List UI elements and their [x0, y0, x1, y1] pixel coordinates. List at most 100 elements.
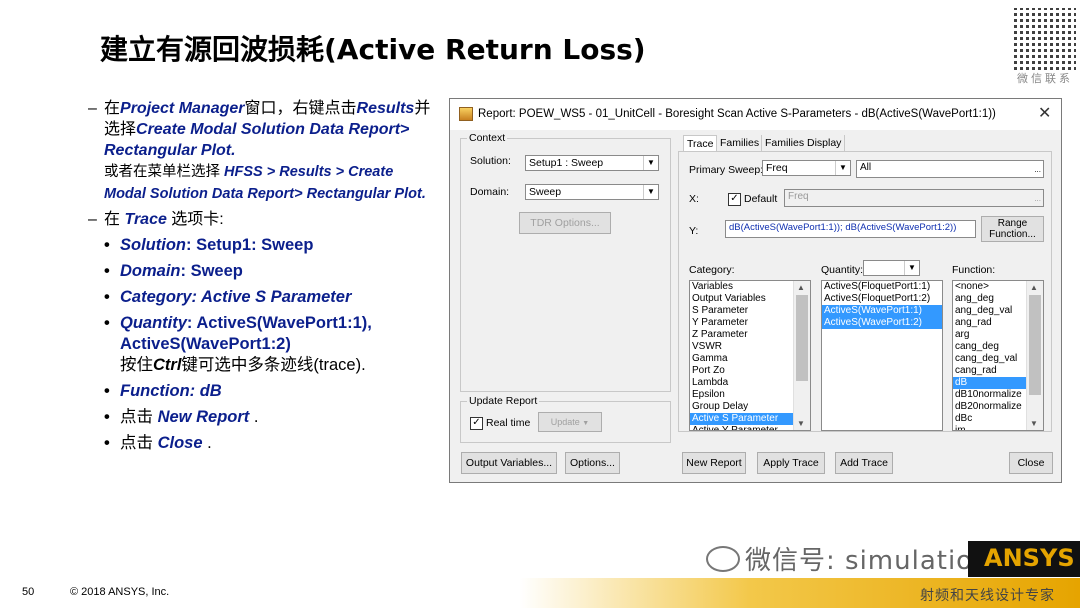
category-item[interactable]: Variables — [690, 281, 810, 293]
add-trace-button[interactable]: Add Trace — [835, 452, 893, 474]
close-icon[interactable]: ✕ — [1038, 103, 1051, 123]
em-text: Project Manager — [120, 100, 245, 117]
y-label: Y: — [689, 225, 699, 237]
scroll-up-icon[interactable]: ▲ — [797, 283, 805, 292]
sub-bullet-category: • Category: Active S Parameter — [88, 287, 438, 308]
y-expression-field[interactable]: dB(ActiveS(WavePort1:1)); dB(ActiveS(Wav… — [725, 220, 976, 238]
copyright: © 2018 ANSYS, Inc. — [70, 586, 170, 598]
new-report-button[interactable]: New Report — [682, 452, 746, 474]
text: . — [202, 434, 212, 452]
em-text: Domain — [120, 262, 181, 280]
scroll-thumb[interactable] — [1029, 295, 1041, 395]
apply-trace-button[interactable]: Apply Trace — [757, 452, 825, 474]
quantity-label: Quantity: — [821, 264, 864, 276]
options-button[interactable]: Options... — [565, 452, 620, 474]
function-scrollbar[interactable]: ▲ ▼ — [1026, 281, 1043, 430]
category-item[interactable]: Port Zo — [690, 365, 810, 377]
em-text: Solution — [120, 236, 186, 254]
dialog-title-bar[interactable]: Report: POEW_WS5 - 01_UnitCell - Boresig… — [450, 99, 1061, 130]
category-label: Category: — [689, 264, 735, 276]
tab-trace[interactable]: Trace — [683, 135, 718, 152]
wechat-icon — [706, 546, 740, 572]
em-text: Create Modal Solution Data Report> Recta… — [104, 121, 410, 159]
category-item[interactable]: Epsilon — [690, 389, 810, 401]
function-label: Function: — [952, 264, 996, 276]
dialog-title: Report: POEW_WS5 - 01_UnitCell - Boresig… — [478, 108, 996, 120]
scroll-up-icon[interactable]: ▲ — [1030, 283, 1038, 292]
primary-sweep-select[interactable]: Freq ▼ — [762, 160, 851, 176]
em-text: Category: Active S Parameter — [120, 288, 352, 306]
real-time-checkbox[interactable]: ✓ — [470, 417, 483, 430]
em-text: Trace — [124, 211, 167, 228]
output-variables-button[interactable]: Output Variables... — [461, 452, 557, 474]
quantity-item[interactable]: ActiveS(WavePort1:1) — [822, 305, 942, 317]
primary-sweep-label: Primary Sweep: — [689, 164, 764, 176]
sub-bullet-solution: • Solution: Setup1: Sweep — [88, 235, 438, 256]
tdr-options-button[interactable]: TDR Options... — [519, 212, 611, 234]
text: 按住 — [120, 356, 153, 374]
sub-bullet-new-report: • 点击 New Report . — [88, 407, 438, 428]
solution-value: Setup1 : Sweep — [529, 157, 604, 169]
scroll-down-icon[interactable]: ▼ — [797, 419, 805, 428]
ellipsis-button[interactable]: ... — [1034, 192, 1041, 206]
tab-families[interactable]: Families — [716, 135, 762, 151]
category-item[interactable]: Output Variables — [690, 293, 810, 305]
context-group-label: Context — [467, 132, 508, 144]
qr-code — [1012, 6, 1078, 72]
category-item[interactable]: Active Y Parameter — [690, 425, 810, 430]
category-item[interactable]: Active S Parameter — [690, 413, 810, 425]
category-item[interactable]: Lambda — [690, 377, 810, 389]
sweep-values-field[interactable]: All ... — [856, 160, 1044, 178]
update-report-label: Update Report — [467, 395, 540, 407]
watermark-text: 微信号: simulation — [745, 546, 991, 576]
text: : Sweep — [180, 262, 243, 280]
x-label: X: — [689, 193, 699, 205]
category-item[interactable]: Y Parameter — [690, 317, 810, 329]
quantity-filter-select[interactable]: ▼ — [863, 260, 920, 276]
category-item[interactable]: S Parameter — [690, 305, 810, 317]
real-time-label: Real time — [486, 417, 531, 429]
em-text: Function: dB — [120, 382, 222, 400]
em-text: New Report — [157, 408, 250, 426]
dash-bullet-icon: – — [88, 211, 97, 228]
text: 点击 — [120, 408, 158, 426]
bullet-1: – 在Project Manager窗口，右键点击Results并选择Creat… — [88, 98, 438, 205]
category-item[interactable]: Z Parameter — [690, 329, 810, 341]
category-list[interactable]: Variables Output Variables S Parameter Y Pa… — [689, 280, 811, 431]
slide-footer: 50 © 2018 ANSYS, Inc. — [0, 578, 1080, 608]
scroll-thumb[interactable] — [796, 295, 808, 381]
bullet-2: – 在 Trace 选项卡: — [88, 209, 438, 230]
text: 在 — [104, 211, 125, 228]
solution-select[interactable]: Setup1 : Sweep ▼ — [525, 155, 659, 171]
function-list[interactable]: <none> ang_deg ang_deg_val ang_rad arg cang_d… — [952, 280, 1044, 431]
scroll-down-icon[interactable]: ▼ — [1030, 419, 1038, 428]
category-item[interactable]: Gamma — [690, 353, 810, 365]
quantity-item[interactable]: ActiveS(WavePort1:2) — [822, 317, 942, 329]
text: 键可选中多条迹线(trace). — [181, 356, 366, 374]
sub-bullet-close: • 点击 Close . — [88, 433, 438, 454]
category-item[interactable]: Group Delay — [690, 401, 810, 413]
quantity-list[interactable]: ActiveS(FloquetPort1:1) ActiveS(FloquetPo… — [821, 280, 943, 431]
brand-logo: ANSYS — [984, 544, 1075, 572]
sweep-values-text: All — [860, 162, 872, 173]
quantity-item[interactable]: ActiveS(FloquetPort1:1) — [822, 281, 942, 293]
default-checkbox[interactable]: ✓ — [728, 193, 741, 206]
em-text: Results — [356, 100, 415, 117]
chevron-down-icon: ▼ — [904, 261, 919, 275]
ellipsis-button[interactable]: ... — [1034, 163, 1041, 177]
range-function-button[interactable]: Range Function... — [981, 216, 1044, 242]
category-item[interactable]: VSWR — [690, 341, 810, 353]
x-field[interactable]: Freq ... — [784, 189, 1044, 207]
dot-bullet-icon: • — [104, 408, 110, 426]
dot-bullet-icon: • — [104, 288, 110, 306]
quantity-item[interactable]: ActiveS(FloquetPort1:2) — [822, 293, 942, 305]
domain-select[interactable]: Sweep ▼ — [525, 184, 659, 200]
text: 选项卡: — [166, 211, 224, 228]
category-scrollbar[interactable]: ▲ ▼ — [793, 281, 810, 430]
dot-bullet-icon: • — [104, 314, 110, 332]
tab-families-display[interactable]: Families Display — [761, 135, 846, 151]
text: 窗口，右键点击 — [244, 100, 357, 117]
watermark-subtitle: 射频和天线设计专家 — [920, 587, 1055, 603]
update-button[interactable]: Update ▼ — [538, 412, 602, 432]
close-button[interactable]: Close — [1009, 452, 1053, 474]
